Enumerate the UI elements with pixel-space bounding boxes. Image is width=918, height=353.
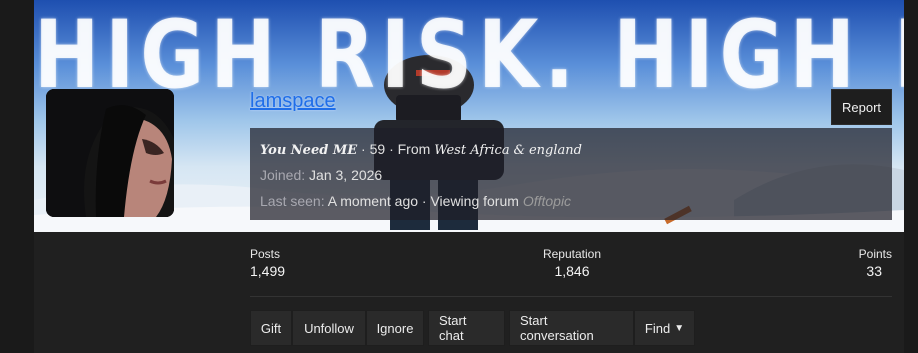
posts-value: 1,499 — [250, 263, 286, 279]
page-gutter-right — [904, 0, 918, 353]
username[interactable]: lamspace — [250, 90, 336, 113]
last-seen-value: A moment ago — [327, 193, 419, 209]
separator: · — [389, 141, 398, 157]
location-link[interactable]: West Africa & england — [434, 141, 582, 158]
find-dropdown[interactable]: Find ▼ — [634, 310, 695, 346]
joined-row: Joined: Jan 3, 2026 — [260, 162, 882, 188]
gift-button[interactable]: Gift — [250, 310, 292, 346]
stat-points[interactable]: Points 33 — [830, 247, 892, 279]
start-chat-button[interactable]: Start chat — [428, 310, 505, 346]
last-seen-label: Last seen: — [260, 193, 325, 209]
reputation-label: Reputation — [542, 247, 602, 261]
activity-forum-link[interactable]: Offtopic — [523, 193, 571, 209]
stat-reputation[interactable]: Reputation 1,846 — [520, 247, 624, 279]
user-age: 59 — [369, 141, 386, 157]
points-value: 33 — [866, 263, 882, 279]
page-gutter-left — [0, 0, 34, 353]
user-title: You Need ME — [260, 143, 358, 158]
caret-down-icon: ▼ — [674, 322, 685, 334]
unfollow-button[interactable]: Unfollow — [292, 310, 366, 346]
last-seen-row: Last seen: A moment ago · Viewing forum … — [260, 188, 882, 214]
avatar[interactable] — [46, 89, 174, 217]
activity-text: Viewing forum — [430, 193, 519, 209]
points-label: Points — [858, 247, 892, 261]
stats-divider — [250, 296, 892, 297]
member-profile-page: HIGH RISK. HIGH REWARD lamspace Report Y… — [0, 0, 918, 353]
posts-label: Posts — [250, 247, 281, 261]
user-blurb: You Need ME · 59 · From West Africa & en… — [260, 136, 882, 162]
reputation-value: 1,846 — [554, 263, 590, 279]
report-button[interactable]: Report — [831, 89, 892, 125]
joined-date: Jan 3, 2026 — [309, 167, 383, 183]
location-secondary: england — [528, 143, 582, 158]
stat-posts[interactable]: Posts 1,499 — [250, 247, 285, 279]
from-prefix: From — [397, 141, 431, 157]
member-actions-bar: Gift Unfollow Ignore Start chat Start co… — [250, 310, 695, 346]
separator: · — [361, 141, 370, 157]
avatar-image — [46, 89, 174, 217]
ignore-button[interactable]: Ignore — [366, 310, 424, 346]
location-ampersand: & — [513, 143, 526, 158]
joined-label: Joined: — [260, 167, 306, 183]
find-label: Find — [644, 320, 671, 336]
start-conversation-button[interactable]: Start conversation — [509, 310, 634, 346]
location-primary: West Africa — [434, 143, 510, 158]
profile-info-box: You Need ME · 59 · From West Africa & en… — [250, 128, 892, 220]
